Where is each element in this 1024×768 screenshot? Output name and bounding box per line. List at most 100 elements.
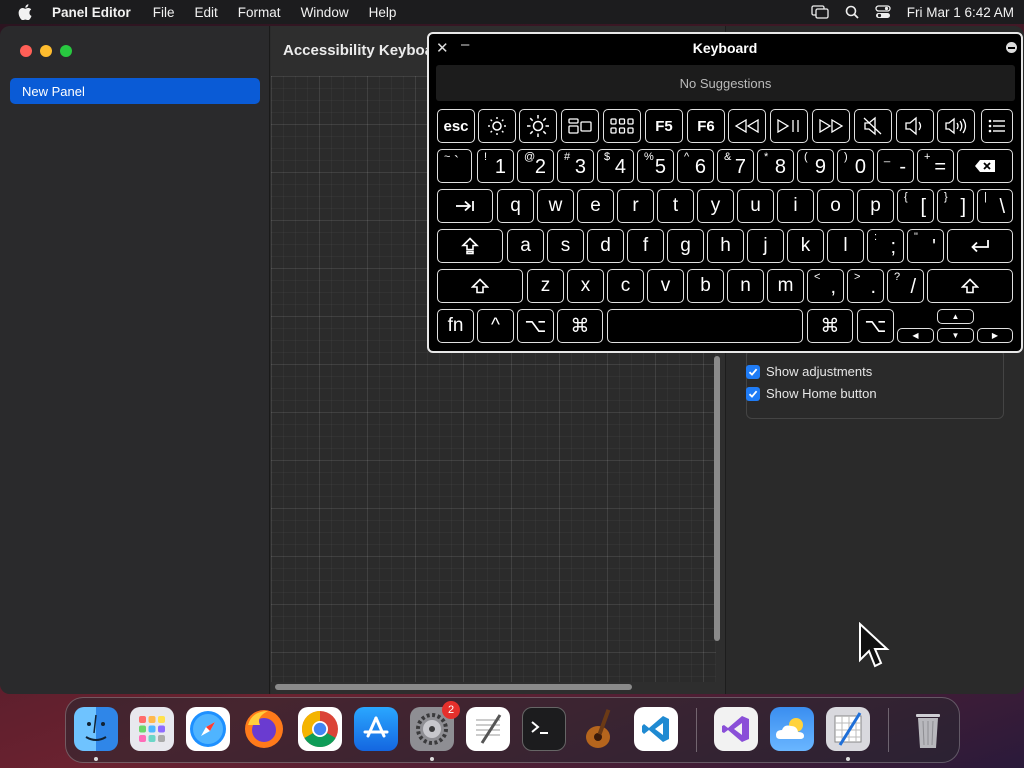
menubar-clock[interactable]: Fri Mar 1 6:42 AM — [907, 5, 1014, 20]
key-minus[interactable]: _ - — [877, 149, 914, 183]
key-o[interactable]: o — [817, 189, 854, 223]
key-b[interactable]: b — [687, 269, 724, 303]
key-d[interactable]: d — [587, 229, 624, 263]
key-u[interactable]: u — [737, 189, 774, 223]
key-e[interactable]: e — [577, 189, 614, 223]
key-l[interactable]: l — [827, 229, 864, 263]
show-home-button-checkbox[interactable]: Show Home button — [746, 386, 877, 401]
key-h[interactable]: h — [707, 229, 744, 263]
key-f6[interactable]: F6 — [687, 109, 725, 143]
key-5[interactable]: % 5 — [637, 149, 674, 183]
menu-help[interactable]: Help — [369, 5, 397, 20]
menu-file[interactable]: File — [153, 5, 175, 20]
fast-forward-icon[interactable] — [812, 109, 850, 143]
key-option-left[interactable]: ⌥ — [517, 309, 554, 343]
menu-app-name[interactable]: Panel Editor — [52, 5, 131, 20]
key-y[interactable]: y — [697, 189, 734, 223]
chrome-icon[interactable] — [298, 707, 342, 751]
key-a[interactable]: a — [507, 229, 544, 263]
launchpad-icon[interactable] — [130, 707, 174, 751]
key-left-bracket[interactable]: {[ — [897, 189, 934, 223]
key-option-right[interactable]: ⌥ — [857, 309, 894, 343]
brightness-down-icon[interactable] — [478, 109, 516, 143]
key-n[interactable]: n — [727, 269, 764, 303]
sidebar-item-new-panel[interactable]: New Panel — [10, 78, 260, 104]
key-period[interactable]: >. — [847, 269, 884, 303]
key-esc[interactable]: esc — [437, 109, 475, 143]
key-8[interactable]: * 8 — [757, 149, 794, 183]
delete-icon[interactable] — [957, 149, 1013, 183]
control-center-icon[interactable] — [875, 5, 891, 19]
key-backslash[interactable]: | \ — [977, 189, 1013, 223]
key-1[interactable]: ! 1 — [477, 149, 514, 183]
shift-right-icon[interactable] — [927, 269, 1013, 303]
right-arrow-icon[interactable]: ▶ — [977, 328, 1013, 343]
key-g[interactable]: g — [667, 229, 704, 263]
key-t[interactable]: t — [657, 189, 694, 223]
key-z[interactable]: z — [527, 269, 564, 303]
key-6[interactable]: ^ 6 — [677, 149, 714, 183]
key-p[interactable]: p — [857, 189, 894, 223]
terminal-icon[interactable] — [522, 707, 566, 751]
down-arrow-icon[interactable]: ▼ — [937, 328, 974, 343]
key-i[interactable]: i — [777, 189, 814, 223]
vertical-scrollbar[interactable] — [714, 356, 720, 641]
key-x[interactable]: x — [567, 269, 604, 303]
key-comma[interactable]: <, — [807, 269, 844, 303]
finder-icon[interactable] — [74, 707, 118, 751]
safari-icon[interactable] — [186, 707, 230, 751]
screen-mirroring-icon[interactable] — [811, 5, 829, 19]
volume-down-icon[interactable] — [896, 109, 934, 143]
volume-up-icon[interactable] — [937, 109, 975, 143]
key-c[interactable]: c — [607, 269, 644, 303]
key-v[interactable]: v — [647, 269, 684, 303]
firefox-icon[interactable] — [242, 707, 286, 751]
key-right-bracket[interactable]: }] — [937, 189, 974, 223]
menu-window[interactable]: Window — [301, 5, 349, 20]
key-m[interactable]: m — [767, 269, 804, 303]
mission-control-icon[interactable] — [561, 109, 599, 143]
up-arrow-icon[interactable]: ▲ — [937, 309, 974, 324]
key-7[interactable]: & 7 — [717, 149, 754, 183]
key-quote[interactable]: " ' — [907, 229, 944, 263]
key-r[interactable]: r — [617, 189, 654, 223]
key-semicolon[interactable]: :; — [867, 229, 904, 263]
key-9[interactable]: (9 — [797, 149, 834, 183]
zoom-window-button[interactable] — [60, 45, 72, 57]
instruments-icon[interactable] — [826, 707, 870, 751]
key-k[interactable]: k — [787, 229, 824, 263]
key-q[interactable]: q — [497, 189, 534, 223]
close-window-button[interactable] — [20, 45, 32, 57]
mute-icon[interactable] — [854, 109, 892, 143]
key-s[interactable]: s — [547, 229, 584, 263]
horizontal-scrollbar[interactable] — [275, 684, 632, 690]
key-control[interactable]: ^ — [477, 309, 514, 343]
key-f[interactable]: f — [627, 229, 664, 263]
list-icon[interactable] — [981, 109, 1013, 143]
key-2[interactable]: @2 — [517, 149, 554, 183]
key-slash[interactable]: ? / — [887, 269, 924, 303]
tab-icon[interactable] — [437, 189, 493, 223]
textedit-icon[interactable] — [466, 707, 510, 751]
play-pause-icon[interactable] — [770, 109, 808, 143]
menu-edit[interactable]: Edit — [195, 5, 218, 20]
key-4[interactable]: $4 — [597, 149, 634, 183]
key-command-left[interactable]: ⌘ — [557, 309, 603, 343]
shift-left-icon[interactable] — [437, 269, 523, 303]
apple-icon[interactable] — [18, 4, 34, 20]
key-equals[interactable]: + = — [917, 149, 954, 183]
return-icon[interactable] — [947, 229, 1013, 263]
search-icon[interactable] — [845, 5, 859, 19]
show-adjustments-checkbox[interactable]: Show adjustments — [746, 364, 872, 379]
caps-lock-icon[interactable] — [437, 229, 503, 263]
key-backtick[interactable]: ~ ` — [437, 149, 472, 183]
trash-icon[interactable] — [906, 707, 950, 751]
garageband-icon[interactable] — [578, 707, 622, 751]
visual-studio-icon[interactable] — [714, 707, 758, 751]
key-w[interactable]: w — [537, 189, 574, 223]
key-j[interactable]: j — [747, 229, 784, 263]
system-settings-icon[interactable]: 2 — [410, 701, 460, 751]
key-0[interactable]: ) 0 — [837, 149, 874, 183]
weather-icon[interactable] — [770, 707, 814, 751]
launchpad-icon[interactable] — [603, 109, 641, 143]
